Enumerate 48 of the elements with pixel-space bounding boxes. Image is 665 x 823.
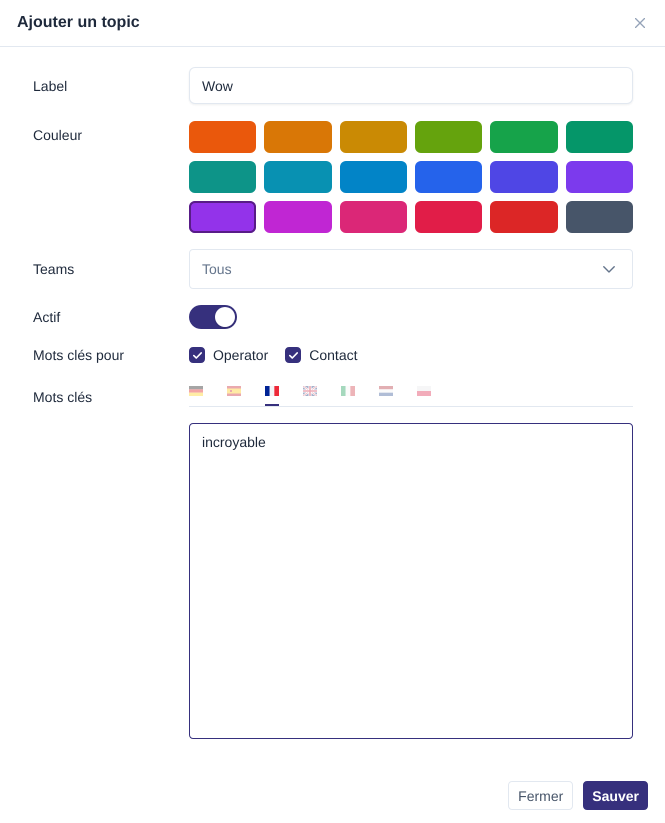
color-swatch[interactable] [264,121,332,153]
close-button[interactable]: Fermer [508,781,574,810]
color-swatch[interactable] [490,161,558,193]
dutch-flag-icon [379,386,393,396]
keywords-textarea[interactable]: incroyable [189,423,633,739]
color-swatch[interactable] [340,121,407,153]
field-label: Mots clés [33,388,94,407]
italian-flag-icon [341,386,355,396]
union-jack-flag-icon [303,386,317,396]
color-swatch[interactable] [189,201,256,233]
teams-select[interactable]: Tous [189,249,633,289]
label-input[interactable]: Wow [189,67,633,104]
checkmark-icon [192,352,202,358]
color-swatch[interactable] [189,161,256,193]
language-tab[interactable] [265,386,279,406]
checkbox-label: Operator [213,346,268,365]
checkmark-icon [288,352,298,358]
checkbox-label: Contact [309,346,358,365]
dismiss-button[interactable] [635,18,645,28]
field-label: Mots clés pour [33,346,126,365]
color-swatch[interactable] [415,161,482,193]
color-swatch[interactable] [566,201,633,233]
color-swatch[interactable] [264,161,332,193]
save-button[interactable]: Sauver [583,781,648,810]
color-swatch[interactable] [490,121,558,153]
color-swatch[interactable] [264,201,332,233]
color-swatch[interactable] [415,201,482,233]
color-swatch[interactable] [566,161,633,193]
color-swatch[interactable] [415,121,482,153]
polish-flag-icon [417,386,431,396]
color-swatch[interactable] [340,201,407,233]
checkbox[interactable] [189,347,205,363]
french-flag-icon [265,386,279,396]
spanish-flag-icon [227,386,241,396]
chevron-down-icon [603,266,615,272]
dialog-title: Ajouter un topic [17,14,140,32]
color-swatch[interactable] [490,201,558,233]
active-toggle[interactable] [189,305,237,329]
color-swatch[interactable] [340,161,407,193]
field-label: Actif [33,308,62,327]
checkbox[interactable] [285,347,302,363]
field-label: Label [33,76,68,96]
field-label: Couleur [33,126,84,145]
german-flag-icon [189,386,203,396]
field-label: Teams [33,260,76,279]
color-swatch[interactable] [189,121,256,153]
close-icon [635,18,645,28]
color-swatch[interactable] [566,121,633,153]
